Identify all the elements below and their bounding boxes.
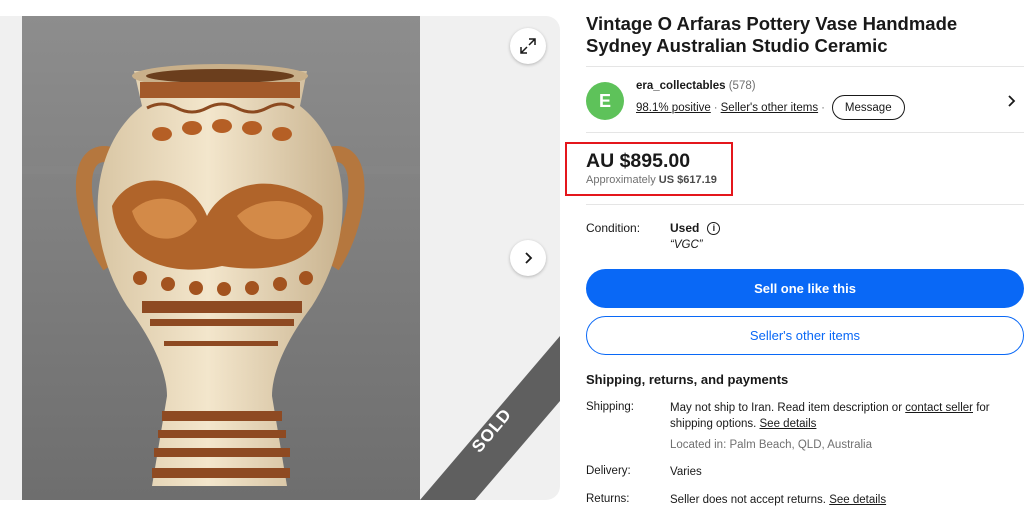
delivery-label: Delivery: (586, 465, 631, 477)
shipping-label: Shipping: (586, 401, 634, 413)
chevron-right-icon (525, 252, 533, 264)
condition-label: Condition: (586, 221, 641, 235)
shipping-see-details-link[interactable]: See details (760, 418, 817, 430)
returns-text: Seller does not accept returns. (670, 494, 826, 506)
condition-text: Used (670, 221, 700, 235)
condition-note: “VGC” (670, 239, 703, 251)
item-location: Located in: Palm Beach, QLD, Australia (670, 439, 872, 451)
expand-image-button[interactable] (510, 28, 546, 64)
message-button[interactable]: Message (831, 95, 905, 120)
seller-positive-link[interactable]: 98.1% positive (636, 102, 711, 114)
returns-label: Returns: (586, 493, 630, 505)
price-approx: Approximately US $617.19 (586, 174, 717, 186)
separator: · (713, 101, 718, 114)
shipping-text-1: May not ship to Iran. Read item descript… (670, 402, 903, 414)
shipping-value: May not ship to Iran. Read item descript… (670, 400, 1010, 432)
listing-title: Vintage O Arfaras Pottery Vase Handmade … (586, 13, 958, 56)
sell-one-like-this-button[interactable]: Sell one like this (586, 269, 1024, 308)
shipping-section-title: Shipping, returns, and payments (586, 372, 789, 387)
returns-value: Seller does not accept returns. See deta… (670, 492, 1010, 508)
sellers-other-items-button[interactable]: Seller's other items (586, 316, 1024, 355)
condition-value: Used i (670, 221, 721, 235)
next-image-button[interactable] (510, 240, 546, 276)
delivery-value: Varies (670, 466, 702, 478)
chevron-right-icon[interactable] (1006, 94, 1018, 108)
seller-feedback-count: (578) (728, 80, 756, 92)
seller-name-row: era_collectables (578) (636, 80, 756, 92)
returns-see-details-link[interactable]: See details (829, 494, 886, 506)
product-photo[interactable] (22, 16, 420, 500)
separator: · (821, 101, 825, 114)
divider (586, 132, 1024, 133)
price-approx-prefix: Approximately (586, 174, 656, 186)
sold-label: SOLD (468, 405, 515, 456)
seller-links: 98.1% positive · Seller's other items · … (636, 95, 905, 120)
divider (586, 204, 1024, 205)
contact-seller-link[interactable]: contact seller (905, 402, 973, 414)
seller-avatar[interactable]: E (586, 82, 624, 120)
item-details-panel: Vintage O Arfaras Pottery Vase Handmade … (565, 0, 1024, 517)
image-gallery: SOLD (0, 16, 560, 500)
expand-arrows-icon (520, 38, 536, 54)
price-approx-value: US $617.19 (658, 174, 717, 186)
seller-other-items-link[interactable]: Seller's other items (721, 102, 818, 114)
price: AU $895.00 (586, 150, 691, 172)
seller-name[interactable]: era_collectables (636, 80, 726, 92)
divider (586, 66, 1024, 67)
info-icon[interactable]: i (707, 221, 721, 235)
